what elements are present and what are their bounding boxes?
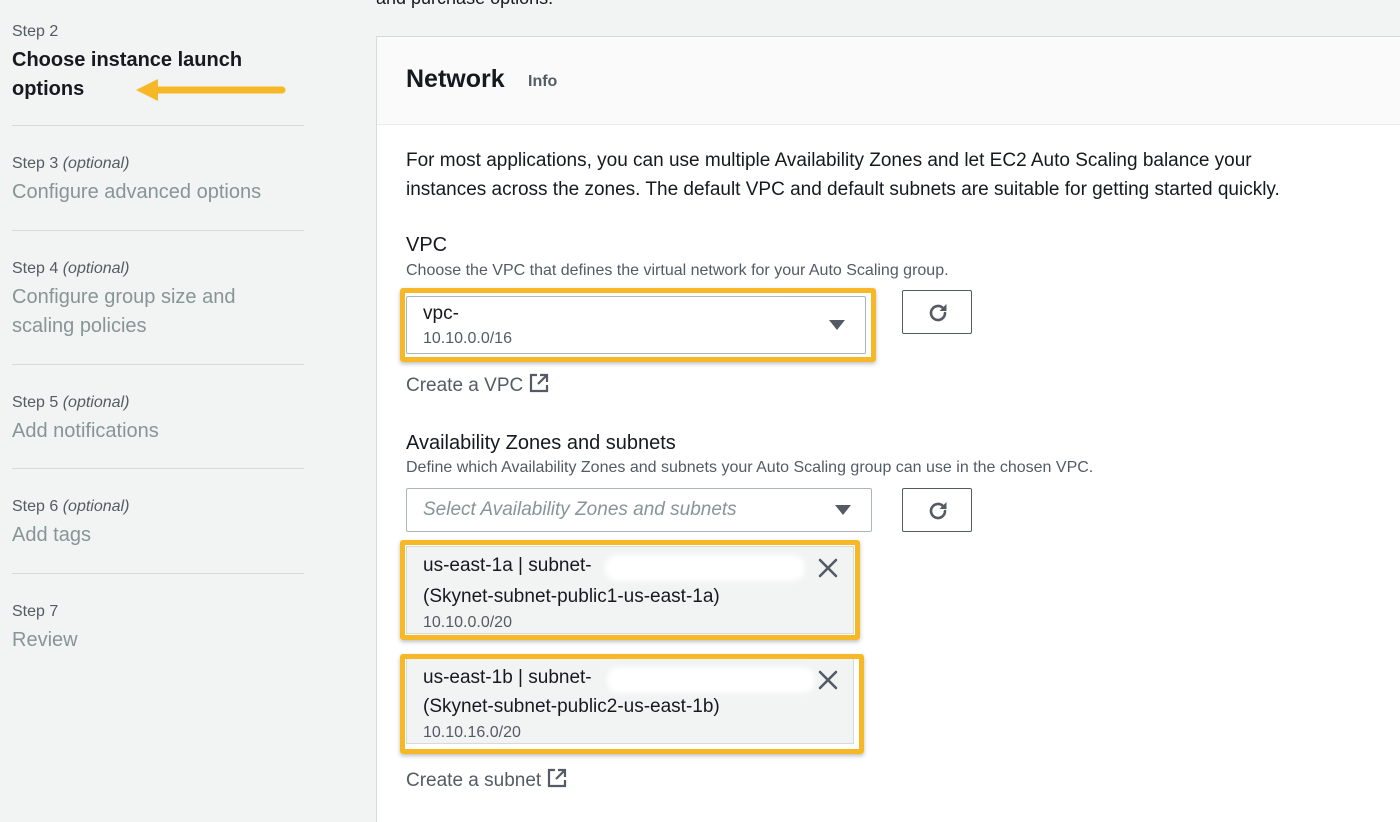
refresh-icon — [929, 304, 947, 322]
panel-header: Network Info — [377, 37, 1400, 125]
panel-title: Network — [406, 65, 505, 93]
create-vpc-link[interactable]: Create a VPC — [406, 373, 549, 397]
step-number: Step 5 (optional) — [12, 394, 130, 411]
step-divider — [12, 230, 304, 231]
create-subnet-label: Create a subnet — [406, 770, 542, 791]
refresh-icon — [929, 502, 947, 520]
step-divider — [12, 468, 304, 469]
step-divider — [12, 364, 304, 365]
step-title-line2: scaling policies — [12, 315, 147, 337]
highlight-annotation — [400, 288, 876, 362]
wizard-steps-nav: Step 2 Choose instance launch options St… — [0, 0, 330, 822]
vpc-label: VPC — [406, 234, 448, 256]
step-5[interactable]: Step 5 (optional) Add notifications — [12, 393, 304, 446]
create-subnet-link[interactable]: Create a subnet — [406, 768, 567, 792]
caret-down-icon — [835, 505, 851, 515]
step-3[interactable]: Step 3 (optional) Configure advanced opt… — [12, 154, 304, 207]
intro-line2: instances across the zones. The default … — [406, 179, 1280, 200]
step-6[interactable]: Step 6 (optional) Add tags — [12, 497, 304, 550]
vpc-description: Choose the VPC that defines the virtual … — [406, 262, 949, 279]
highlight-annotation — [400, 540, 860, 640]
intro-line1: For most applications, you can use multi… — [406, 150, 1252, 171]
step-divider — [12, 125, 304, 126]
step-number: Step 2 — [12, 23, 59, 40]
previous-section-text: and purchase options. — [376, 0, 553, 9]
network-intro-text: For most applications, you can use multi… — [406, 146, 1386, 204]
step-title-line1: Choose instance launch — [12, 49, 243, 71]
subnets-description: Define which Availability Zones and subn… — [406, 459, 1094, 476]
step-4[interactable]: Step 4 (optional) Configure group size a… — [12, 259, 304, 341]
step-title-line1: Configure group size and — [12, 286, 236, 308]
step-title[interactable]: Add tags — [12, 521, 304, 550]
vpc-refresh-button[interactable] — [902, 290, 972, 334]
subnets-refresh-button[interactable] — [902, 488, 972, 532]
step-title[interactable]: Add notifications — [12, 417, 304, 446]
create-vpc-label: Create a VPC — [406, 375, 524, 396]
step-number: Step 6 (optional) — [12, 498, 130, 515]
step-number: Step 3 (optional) — [12, 155, 130, 172]
subnets-select[interactable]: Select Availability Zones and subnets — [406, 488, 872, 532]
step-number: Step 4 (optional) — [12, 260, 130, 277]
subnets-placeholder: Select Availability Zones and subnets — [423, 499, 737, 520]
step-7[interactable]: Step 7 Review — [12, 602, 304, 655]
step-title[interactable]: Configure advanced options — [12, 178, 304, 207]
step-number: Step 7 — [12, 603, 59, 620]
arrow-annotation — [136, 79, 286, 101]
info-link[interactable]: Info — [528, 73, 557, 91]
step-title[interactable]: Review — [12, 626, 304, 655]
step-title[interactable]: Configure group size and scaling policie… — [12, 283, 304, 341]
highlight-annotation — [400, 654, 864, 754]
step-divider — [12, 573, 304, 574]
external-link-icon — [548, 768, 567, 788]
subnets-label: Availability Zones and subnets — [406, 432, 676, 454]
external-link-icon — [530, 373, 549, 393]
